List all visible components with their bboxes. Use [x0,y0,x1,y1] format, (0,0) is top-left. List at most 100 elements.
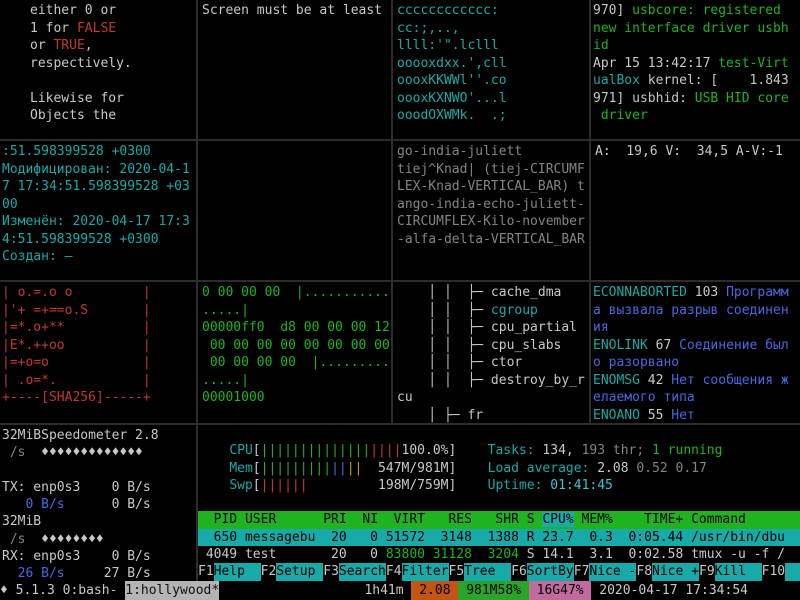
fkey-bar-fill [785,563,800,580]
errno-name: ENOLINK [593,338,648,353]
pane-speedometer[interactable]: 32MiBSpeedometer 2.8 /s ♦♦♦♦♦♦♦♦♦♦♦♦♦ TX… [0,425,196,581]
fkey-num: F4 [386,563,402,580]
fkey-f8-nice-plus[interactable]: F8Nice + [636,563,699,580]
mem-bar-green: ||||||||| [261,461,331,476]
pane-separator-horizontal[interactable] [0,280,800,282]
pane-voltage-readout[interactable]: A: 19,6 V: 34,5 A-V:-1 [591,141,800,280]
dmesg-text: 970] usbcore: registered new interface d… [591,0,800,125]
stat-text: :51.598399528 +0300 Модифицирован: 2020-… [2,144,190,264]
pane-separator-vertical[interactable] [196,0,198,581]
gap [456,443,487,458]
fkey-num: F1 [198,563,214,580]
rx-interface-line: RX: enp0s3 0 B/s [2,549,151,564]
htop-table-header[interactable]: PID USER PRI NI VIRT RES SHR S CPU% MEM%… [198,511,800,528]
status-uptime: 1h41m [364,581,411,600]
errno-number: 55 [640,408,671,423]
tx-rate-avg: 0 B/s [2,497,65,512]
voltage-text: A: 19,6 V: 34,5 A-V:-1 [595,144,783,159]
fkey-f3-search[interactable]: F3Search [323,563,386,580]
pane-hexdump[interactable]: 0 00 00 00 |........... .....| 00000ff0 … [198,282,391,423]
bracket: [ [253,478,261,493]
speedo-title: Speedometer 2.8 [41,428,158,443]
fkey-f7-nice-minus[interactable]: F7Nice - [574,563,637,580]
dmesg-host2: ualBox [593,73,640,88]
rx-activity-markers: ♦♦♦♦♦♦♦♦ [41,532,104,547]
pane-separator-horizontal[interactable] [0,139,800,141]
mem-bar-blue: || [331,461,347,476]
load-label: Load average: [488,461,598,476]
fkey-num: F10 [762,563,785,580]
pane-ssh-randomart[interactable]: | o.=.o o | |'+ =+==o.S | |=*.o+** | |E*… [0,282,196,423]
status-right-group: 1h41m 2.08 981M58% 16G47% 2020-04-17 17:… [364,581,800,600]
fkey-num: F8 [636,563,652,580]
terminal-screen: either 0 or 1 for FALSE or TRUE, respect… [0,0,800,600]
fkey-f10[interactable]: F10 [762,563,785,580]
tasks-count: 134, [542,443,581,458]
randomart-text: | o.=.o o | |'+ =+==o.S | |=*.o+** | |E*… [2,285,151,405]
process-row-text: 650 messagebu 20 0 51572 3148 1388 R 23.… [198,530,785,545]
htop-row[interactable]: 4049 test 20 0 83800 31128 3204 S 14.1 3… [198,546,800,563]
fkey-label: Nice + [652,563,699,580]
pane-screen-msg[interactable]: Screen must be at least [198,0,391,139]
uptime-value: 01:41:45 [550,478,613,493]
pane-file-timestamps[interactable]: :51.598399528 +0300 Модифицирован: 2020-… [0,141,196,280]
htop-sort-column-cpu[interactable]: CPU% [542,512,573,527]
fkey-num: F2 [261,563,277,580]
htop-row-selected[interactable]: 650 messagebu 20 0 51572 3148 1388 R 23.… [198,529,800,546]
byobu-logo-icon: ♦ [0,581,8,600]
tx-activity-markers: ♦♦♦♦♦♦♦♦♦♦♦♦♦ [41,445,143,460]
header-columns-left: PID USER PRI NI VIRT RES SHR S [198,512,542,527]
pane-separator-vertical[interactable] [391,0,393,423]
pane-errno-list[interactable]: ECONNABORTED 103 Программ а вызвала разр… [591,282,800,423]
fkey-label: Tree [464,563,511,580]
pane-htop[interactable]: CPU[||||||||||||||||||100.0%] Tasks: 134… [198,425,800,581]
fkey-f6-sortby[interactable]: F6SortBy [511,563,574,580]
gap [456,478,487,493]
errno-number: 103 [687,285,726,300]
tree-cgroup-item: cgroup [491,303,538,318]
cpu-percent: 100.0% [402,443,449,458]
pane-dmesg-log[interactable]: 970] usbcore: registered new interface d… [591,0,800,139]
cpu-meter: CPU[||||||||||||||||||100.0%] Tasks: 134… [198,442,800,459]
tmux-status-bar: ♦ 5.1.3 0:bash- 1:hollywood* 1h41m 2.08 … [0,581,800,600]
pane-phonetic[interactable]: go-india-juliett tiej^Knad| (tiej-CIRCUM… [393,141,589,280]
doc-text: or [30,38,53,53]
indent [198,443,229,458]
errno-number: 42 [640,373,671,388]
pane-ascii-art[interactable]: cccccccccccc: cc:;,.., llll:'".lclll ooo… [393,0,589,139]
mem-bar-yellow: || [347,461,363,476]
header-columns-right: MEM% TIME+ Command [574,512,746,527]
cpu-meter-label: CPU [229,443,252,458]
phonetic-text: go-india-juliett tiej^Knad| (tiej-CIRCUM… [397,144,585,247]
pane-empty[interactable] [198,141,391,280]
indent [198,461,229,476]
window-tab-hollywood-active[interactable]: 1:hollywood* [125,581,219,600]
window-tab-bash[interactable]: 0:bash- [63,581,126,600]
rx-rate-avg: 26 B/s [2,566,65,581]
fkey-f1-help[interactable]: F1Help [198,563,261,580]
fkey-label: Search [339,563,386,580]
fkey-f2-setup[interactable]: F2Setup [261,563,324,580]
pane-separator-horizontal[interactable] [0,423,800,425]
fkey-f9-kill[interactable]: F9Kill [699,563,762,580]
pane-separator-vertical[interactable] [589,0,591,423]
dmesg-seq: 970] [593,3,632,18]
cpu-bar-green: |||||||||||||| [261,443,371,458]
hexdump-text: 0 00 00 00 |........... .....| 00000ff0 … [202,285,391,405]
tasks-running: 1 running [652,443,722,458]
load-1min: 2.08 [597,461,636,476]
pane-bool-doc[interactable]: either 0 or 1 for FALSE or TRUE, respect… [0,0,196,139]
pad [362,461,378,476]
speedo-axis-unit: 32MiB [2,514,41,529]
fkey-f5-tree[interactable]: F5Tree [449,563,512,580]
fkey-f4-filter[interactable]: F4Filter [386,563,449,580]
cpu-bar-red: |||| [370,443,401,458]
fkey-label: Help [214,563,261,580]
errno-name: ENOANO [593,408,640,423]
status-load-badge: 2.08 [411,581,458,600]
true-keyword: TRUE [53,38,84,53]
pane-slab-tree[interactable]: │ │ ├─ cache_dma │ │ ├─ cgroup │ │ ├─ cp… [393,282,589,423]
errno-text: ECONNABORTED 103 Программ а вызвала разр… [591,282,800,423]
swap-meter: Swp[|||||| 198M/759M] Uptime: 01:41:45 [198,477,800,494]
rx-rate-max: 27 B/s [65,566,151,581]
